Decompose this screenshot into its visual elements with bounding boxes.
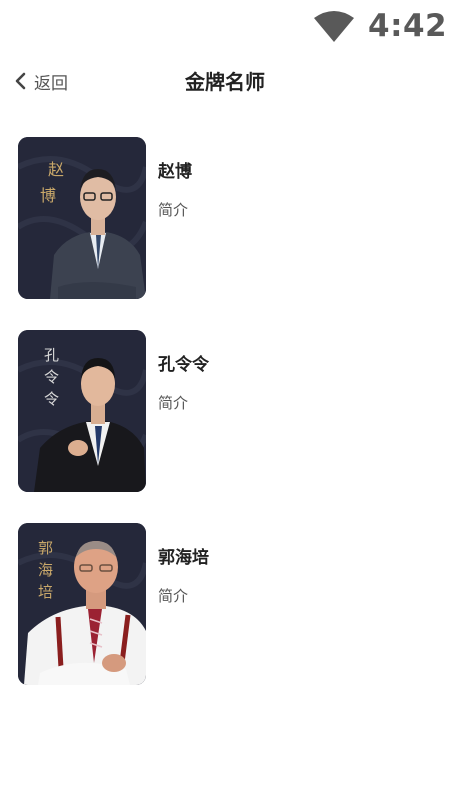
calligraphy-char: 令: [44, 368, 59, 386]
teacher-photo: 孔 令 令: [18, 330, 146, 492]
teacher-list: 赵 博 赵博 简介 孔 令 令 孔令令 简介 郭 海 培 郭海培 简介: [18, 137, 438, 716]
screen: 4:42 返回 金牌名师 赵 博 赵博 简介 孔 令 令 孔令令 简介 郭 海 …: [0, 0, 450, 800]
status-clock: 4:42: [368, 8, 448, 44]
teacher-intro-link[interactable]: 简介: [158, 585, 188, 606]
teacher-intro-link[interactable]: 简介: [158, 392, 188, 413]
teacher-card[interactable]: 郭 海 培 郭海培 简介: [18, 523, 438, 685]
teacher-card[interactable]: 孔 令 令 孔令令 简介: [18, 330, 438, 492]
app-header: 返回 金牌名师: [0, 58, 450, 104]
teacher-intro-link[interactable]: 简介: [158, 199, 188, 220]
calligraphy-char: 令: [44, 390, 59, 408]
teacher-name: 郭海培: [158, 548, 209, 568]
teacher-photo: 赵 博: [18, 137, 146, 299]
back-button[interactable]: 返回: [14, 66, 68, 96]
calligraphy-char: 海: [38, 561, 53, 579]
chevron-left-icon: [15, 72, 26, 90]
calligraphy-char: 郭: [38, 539, 53, 557]
calligraphy-char: 博: [40, 186, 56, 205]
teacher-name: 孔令令: [158, 355, 209, 375]
teacher-photo: 郭 海 培: [18, 523, 146, 685]
status-bar: 4:42: [0, 0, 450, 56]
teacher-name: 赵博: [158, 162, 192, 182]
calligraphy-char: 孔: [44, 346, 59, 364]
wifi-icon: [314, 11, 354, 42]
back-label: 返回: [34, 73, 68, 94]
calligraphy-char: 赵: [48, 160, 64, 179]
teacher-card[interactable]: 赵 博 赵博 简介: [18, 137, 438, 299]
calligraphy-char: 培: [38, 583, 53, 601]
